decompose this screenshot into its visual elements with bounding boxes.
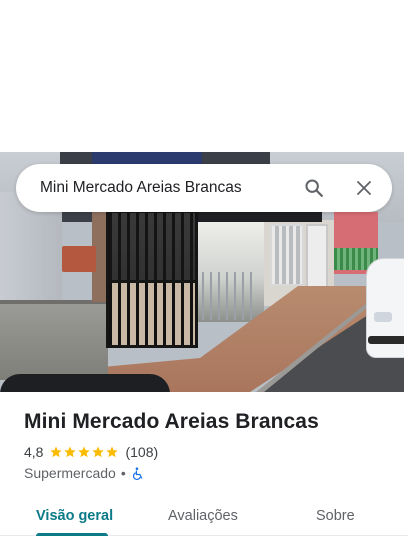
separator-dot: •	[120, 465, 126, 481]
search-input[interactable]: Mini Mercado Areias Brancas	[16, 179, 294, 197]
photo-white-door	[306, 224, 328, 290]
photo-window-grill	[270, 224, 304, 286]
rating-stars	[49, 445, 119, 459]
close-icon	[357, 181, 371, 195]
tab-overview[interactable]: Visão geral	[36, 496, 113, 536]
category-row: Supermercado •	[24, 465, 144, 481]
photo-gate-lower	[106, 280, 198, 348]
star-icon	[64, 446, 77, 458]
review-count[interactable]: (108)	[125, 444, 158, 460]
photo-dark-car	[0, 374, 170, 392]
tab-about[interactable]: Sobre	[316, 496, 355, 536]
search-icon	[305, 179, 323, 197]
star-icon	[92, 446, 105, 458]
place-title: Mini Mercado Areias Brancas	[24, 410, 319, 433]
place-tabs: Visão geral Avaliações Sobre	[0, 496, 408, 536]
tab-reviews[interactable]: Avaliações	[168, 496, 238, 536]
photo-car-light	[374, 312, 392, 322]
star-icon	[78, 446, 91, 458]
star-icon	[106, 446, 119, 458]
search-bar[interactable]: Mini Mercado Areias Brancas	[16, 164, 392, 212]
active-tab-indicator	[36, 533, 108, 536]
photo-shop-door	[202, 272, 258, 320]
wheelchair-icon	[132, 466, 142, 480]
photo-mailbox	[62, 246, 96, 272]
search-button[interactable]	[294, 168, 334, 208]
place-page: Mini Mercado Areias Brancas Mini Mercado…	[0, 0, 408, 544]
place-category[interactable]: Supermercado	[24, 465, 116, 481]
rating-value: 4,8	[24, 444, 44, 460]
photo-car-bumper	[368, 336, 404, 344]
photo-low-wall	[0, 300, 108, 380]
photo-awning	[196, 212, 322, 222]
star-icon	[50, 446, 63, 458]
rating-row[interactable]: 4,8 (108)	[24, 444, 158, 460]
close-button[interactable]	[344, 168, 384, 208]
